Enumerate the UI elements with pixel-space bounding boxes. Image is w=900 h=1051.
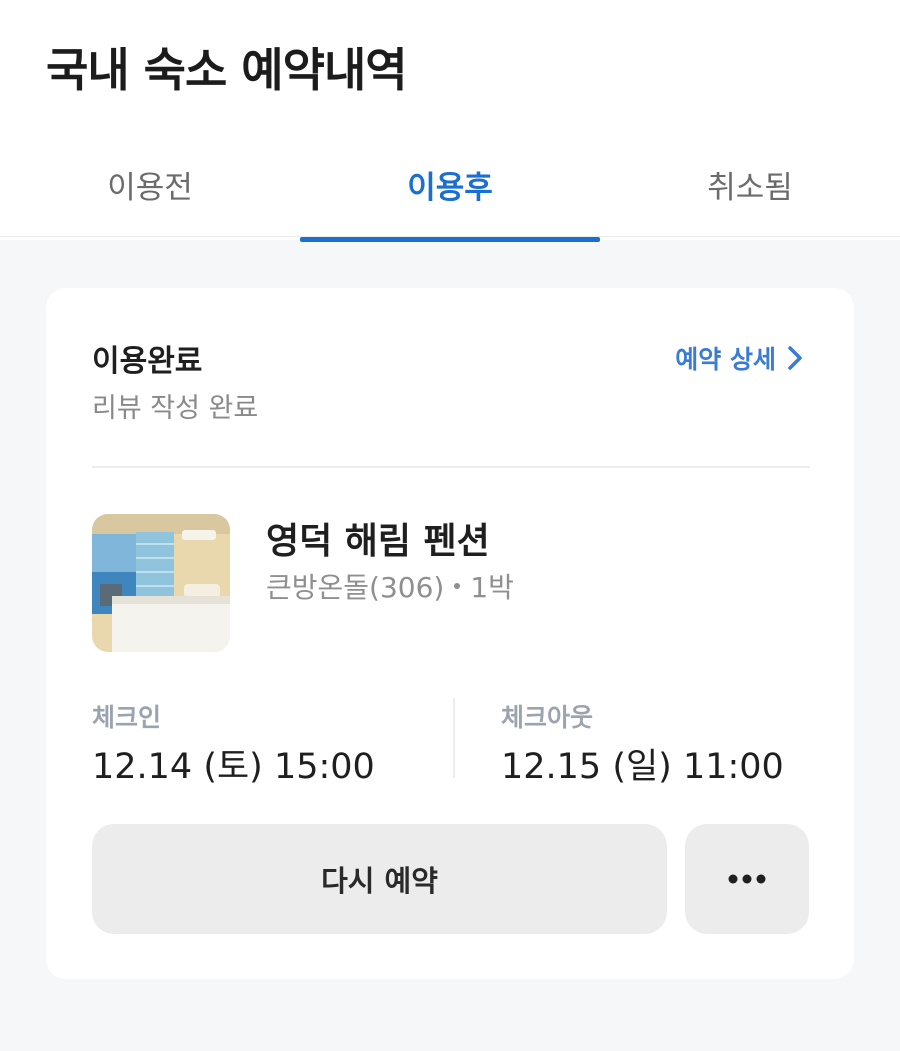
booking-tabs: 이용전 이용후 취소됨 — [0, 150, 900, 242]
more-options-button[interactable] — [685, 824, 809, 934]
tab-label: 이용후 — [407, 170, 493, 206]
booking-card: 이용완료 리뷰 작성 완료 예약 상세 영덕 해림 펜션 큰방온돌(306) 1… — [46, 288, 854, 979]
hotel-room-photo — [92, 514, 230, 652]
tabs-divider — [0, 236, 900, 237]
chevron-right-icon — [788, 346, 802, 370]
tab-label: 이용전 — [107, 170, 193, 206]
card-divider — [92, 466, 810, 468]
booking-detail-label: 예약 상세 — [675, 345, 776, 374]
booking-status: 이용완료 — [92, 344, 203, 379]
separator-dot — [454, 583, 461, 589]
booking-detail-link[interactable]: 예약 상세 — [675, 340, 804, 376]
checkout-value: 12.15 (일) 11:00 — [501, 747, 784, 787]
review-status: 리뷰 작성 완료 — [92, 393, 259, 424]
checkin-checkout-divider — [453, 698, 455, 778]
nights: 1박 — [470, 571, 514, 604]
active-tab-indicator — [300, 237, 600, 242]
page-title: 국내 숙소 예약내역 — [46, 43, 408, 97]
checkout-label: 체크아웃 — [501, 703, 594, 732]
hotel-name[interactable]: 영덕 해림 펜션 — [266, 512, 490, 564]
hotel-thumbnail[interactable] — [92, 514, 230, 652]
tab-cancelled[interactable]: 취소됨 — [600, 150, 900, 240]
room-info: 큰방온돌(306) 1박 — [266, 566, 514, 606]
more-horizontal-icon — [728, 874, 766, 884]
tab-label: 취소됨 — [707, 170, 793, 206]
rebook-button[interactable]: 다시 예약 — [92, 824, 667, 934]
room-type: 큰방온돌(306) — [266, 571, 445, 604]
checkin-label: 체크인 — [92, 703, 162, 732]
tab-after-use[interactable]: 이용후 — [300, 150, 600, 242]
tab-before-use[interactable]: 이용전 — [0, 150, 300, 240]
header: 국내 숙소 예약내역 이용전 이용후 취소됨 — [0, 0, 900, 242]
checkin-value: 12.14 (토) 15:00 — [92, 747, 375, 787]
